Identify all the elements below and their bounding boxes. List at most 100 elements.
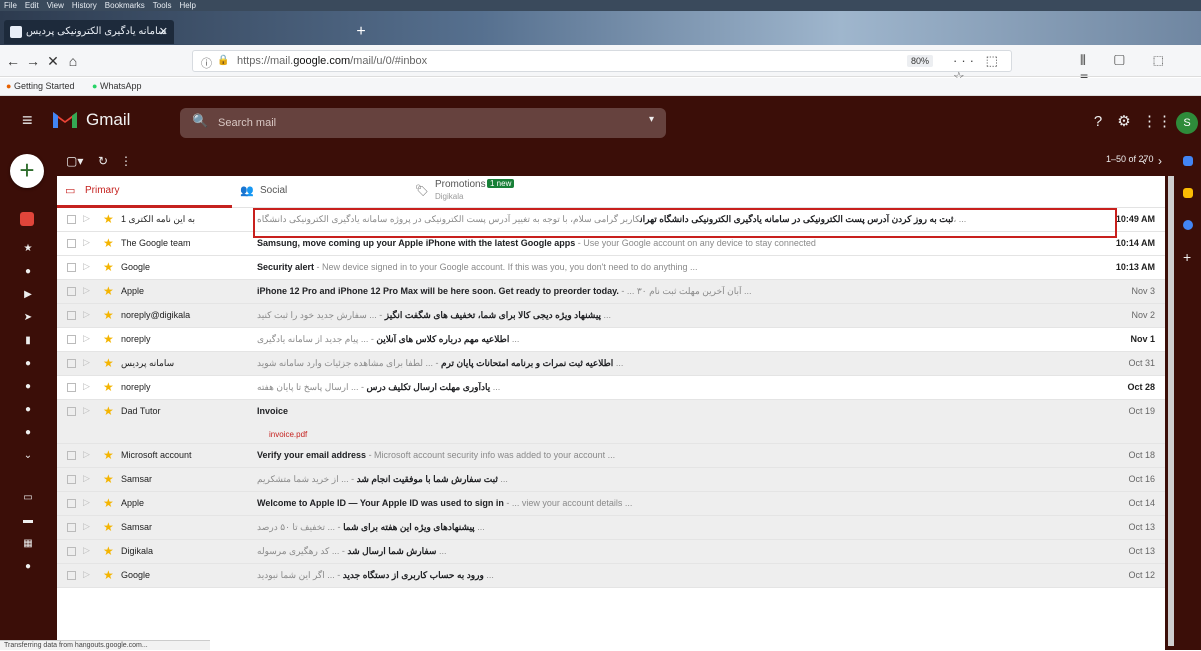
email-row[interactable]: ▷ ★ 1 به این نامه الکتری ثبت به روز کردن آد…: [57, 208, 1165, 232]
settings-gear-icon[interactable]: ⚙: [1114, 112, 1134, 132]
row-checkbox[interactable]: [67, 215, 76, 224]
star-icon[interactable]: ★: [103, 568, 114, 582]
snoozed-icon[interactable]: ●: [22, 266, 34, 278]
tab-primary[interactable]: ▭ Primary: [57, 176, 232, 208]
row-checkbox[interactable]: [67, 383, 76, 392]
important-marker-icon[interactable]: ▷: [83, 237, 90, 248]
attachment-chip[interactable]: invoice.pdf: [269, 430, 307, 439]
menu-item[interactable]: History: [72, 0, 97, 11]
menu-item[interactable]: Bookmarks: [105, 0, 145, 11]
email-row[interactable]: ▷ ★ noreply@digikala پیشنهاد ویژه دیجی کالا…: [57, 304, 1165, 328]
hangouts-icon[interactable]: ●: [22, 561, 34, 573]
zoom-level[interactable]: 80%: [907, 55, 934, 67]
email-row[interactable]: ▷ ★ noreply یادآوری مهلت ارسال تکلیف درس - …: [57, 376, 1165, 400]
star-icon[interactable]: ★: [103, 520, 114, 534]
important-marker-icon[interactable]: ▷: [83, 545, 90, 556]
scrollbar[interactable]: [1168, 176, 1174, 646]
calendar-icon[interactable]: [1183, 156, 1193, 166]
prev-page-icon[interactable]: ‹: [1142, 154, 1146, 168]
important-marker-icon[interactable]: ▷: [83, 381, 90, 392]
menu-item[interactable]: Help: [179, 0, 195, 11]
info-icon[interactable]: ⓘ: [201, 55, 212, 71]
label-icon[interactable]: ●: [22, 358, 34, 370]
email-row[interactable]: ▷ ★ Apple iPhone 12 Pro and iPhone 12 Pro M…: [57, 280, 1165, 304]
compose-button[interactable]: +: [10, 154, 44, 188]
label-icon[interactable]: ●: [22, 427, 34, 439]
important-marker-icon[interactable]: ▷: [83, 497, 90, 508]
search-bar[interactable]: 🔍 ▾: [180, 108, 666, 138]
row-checkbox[interactable]: [67, 499, 76, 508]
main-menu-icon[interactable]: ≡: [22, 110, 33, 131]
email-row[interactable]: ▷ ★ سامانه پردیس اطلاعیه ثبت نمرات و برنامه…: [57, 352, 1165, 376]
email-row[interactable]: ▷ ★ Google Security alert - New device sign…: [57, 256, 1165, 280]
star-icon[interactable]: ★: [103, 356, 114, 370]
home-icon[interactable]: ⌂: [64, 52, 82, 70]
stop-icon[interactable]: ✕: [44, 52, 62, 70]
important-icon[interactable]: ▶: [22, 289, 34, 301]
star-icon[interactable]: ★: [103, 308, 114, 322]
browser-tab[interactable]: سامانه یادگیری الکترونیکی پردیس ✕: [4, 20, 174, 44]
important-marker-icon[interactable]: ▷: [83, 569, 90, 580]
email-row[interactable]: ▷ ★ The Google team Samsung, move coming up…: [57, 232, 1165, 256]
tasks-icon[interactable]: [1183, 220, 1193, 230]
tab-promotions[interactable]: 🏷 Promotions 1 new Digikala: [407, 176, 582, 208]
label-icon[interactable]: ●: [22, 404, 34, 416]
next-page-icon[interactable]: ›: [1158, 154, 1162, 168]
email-row[interactable]: ▷ ★ Digikala سفارش شما ارسال شد - ... کد ره…: [57, 540, 1165, 564]
bookmark-getting-started[interactable]: ● Getting Started: [6, 81, 75, 91]
refresh-icon[interactable]: ↻: [98, 154, 108, 168]
row-checkbox[interactable]: [67, 263, 76, 272]
menu-item[interactable]: View: [47, 0, 64, 11]
email-row[interactable]: ▷ ★ Samsar پیشنهادهای ویژه این هفته برای شم…: [57, 516, 1165, 540]
more-icon[interactable]: ⌄: [22, 450, 34, 462]
tab-close-icon[interactable]: ✕: [159, 20, 168, 44]
menu-item[interactable]: Edit: [25, 0, 39, 11]
row-checkbox[interactable]: [67, 335, 76, 344]
search-options-icon[interactable]: ▾: [649, 114, 654, 125]
email-row[interactable]: ▷ ★ Dad Tutor Invoice Oct 19 invoice.pdf: [57, 400, 1165, 444]
gmail-logo-icon[interactable]: [52, 108, 78, 130]
keyboard-icon[interactable]: ▦: [22, 538, 34, 550]
row-checkbox[interactable]: [67, 239, 76, 248]
select-checkbox[interactable]: ▢▾: [66, 154, 83, 168]
sent-icon[interactable]: ➤: [22, 312, 34, 324]
row-checkbox[interactable]: [67, 407, 76, 416]
star-icon[interactable]: ★: [103, 236, 114, 250]
email-row[interactable]: ▷ ★ Samsar ثبت سفارش شما با موفقیت انجام شد…: [57, 468, 1165, 492]
inbox-icon[interactable]: [20, 212, 34, 232]
new-tab-button[interactable]: +: [352, 23, 370, 41]
search-input[interactable]: [216, 114, 616, 132]
star-icon[interactable]: ★: [103, 380, 114, 394]
email-row[interactable]: ▷ ★ Apple Welcome to Apple ID — Your Apple …: [57, 492, 1165, 516]
row-checkbox[interactable]: [67, 547, 76, 556]
back-icon[interactable]: ←: [4, 52, 22, 70]
star-icon[interactable]: ★: [103, 448, 114, 462]
label-icon[interactable]: ●: [22, 381, 34, 393]
row-checkbox[interactable]: [67, 571, 76, 580]
important-marker-icon[interactable]: ▷: [83, 309, 90, 320]
bookmark-whatsapp[interactable]: ● WhatsApp: [92, 81, 141, 91]
email-row[interactable]: ▷ ★ noreply اطلاعیه مهم درباره کلاس های آنل…: [57, 328, 1165, 352]
star-icon[interactable]: ★: [103, 260, 114, 274]
star-icon[interactable]: ★: [103, 332, 114, 346]
menu-item[interactable]: File: [4, 0, 17, 11]
row-checkbox[interactable]: [67, 287, 76, 296]
important-marker-icon[interactable]: ▷: [83, 357, 90, 368]
email-row[interactable]: ▷ ★ Google ورود به حساب کاربری از دستگاه جد…: [57, 564, 1165, 588]
important-marker-icon[interactable]: ▷: [83, 521, 90, 532]
more-options-icon[interactable]: ⋮: [120, 154, 132, 168]
drafts-icon[interactable]: ▮: [22, 335, 34, 347]
star-icon[interactable]: ★: [103, 472, 114, 486]
help-icon[interactable]: ?: [1088, 112, 1108, 132]
row-checkbox[interactable]: [67, 359, 76, 368]
meet-icon[interactable]: ▭: [22, 492, 34, 504]
keep-icon[interactable]: [1183, 188, 1193, 198]
star-icon[interactable]: ★: [103, 496, 114, 510]
email-row[interactable]: ▷ ★ Microsoft account Verify your email add…: [57, 444, 1165, 468]
menu-item[interactable]: Tools: [153, 0, 172, 11]
star-icon[interactable]: ★: [103, 284, 114, 298]
important-marker-icon[interactable]: ▷: [83, 333, 90, 344]
important-marker-icon[interactable]: ▷: [83, 285, 90, 296]
url-bar[interactable]: ⓘ 🔒 https://mail.google.com/mail/u/0/#in…: [192, 50, 1012, 84]
row-checkbox[interactable]: [67, 311, 76, 320]
